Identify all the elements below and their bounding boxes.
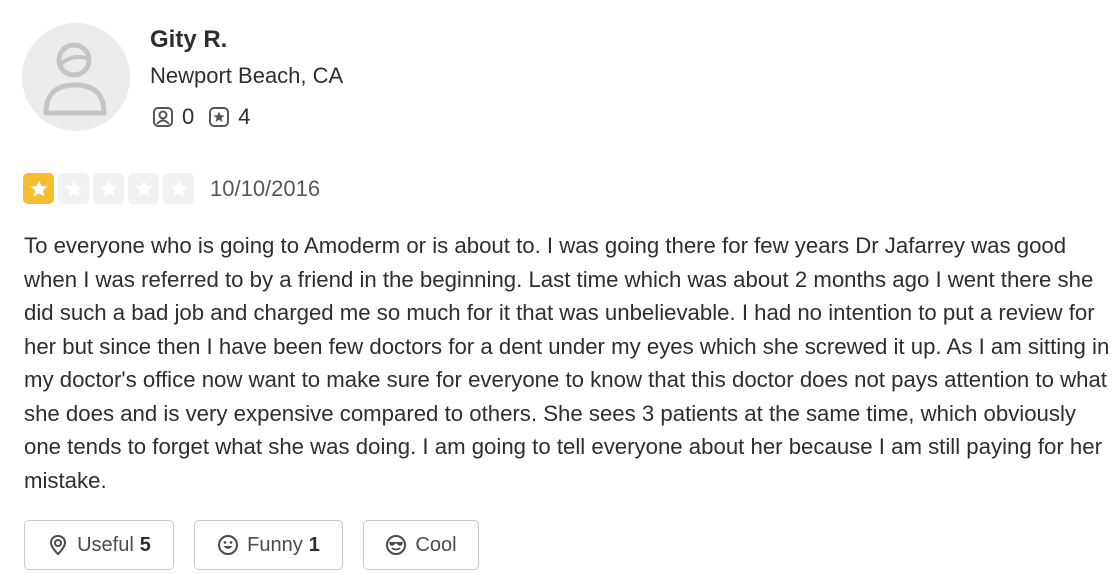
star-empty-icon xyxy=(163,173,194,204)
cool-button[interactable]: Cool xyxy=(363,520,479,570)
useful-count: 5 xyxy=(139,533,151,556)
review-star-icon xyxy=(208,106,230,128)
star-empty-icon xyxy=(58,173,89,204)
friends-icon xyxy=(152,106,174,128)
useful-label: Useful xyxy=(77,533,134,556)
avatar[interactable] xyxy=(22,23,130,131)
review-text: To everyone who is going to Amoderm or i… xyxy=(24,233,1110,493)
funny-button[interactable]: Funny 1 xyxy=(194,520,343,570)
sunglasses-face-icon xyxy=(385,534,407,556)
review-rating: 10/10/2016 xyxy=(23,173,320,204)
default-user-avatar-icon xyxy=(22,23,130,131)
user-name[interactable]: Gity R. xyxy=(150,26,227,54)
star-empty-icon xyxy=(93,173,124,204)
star-empty-icon xyxy=(128,173,159,204)
friends-count: 0 xyxy=(182,104,195,129)
smiley-face-icon xyxy=(217,534,239,556)
review-date: 10/10/2016 xyxy=(210,175,321,201)
star-rating xyxy=(23,173,198,204)
reviews-count: 4 xyxy=(238,104,251,129)
user-location: Newport Beach, CA xyxy=(150,63,344,88)
star-filled-icon xyxy=(23,173,54,204)
reviews-stat: 4 xyxy=(208,104,251,130)
review-actions: Useful 5 Funny 1 Cool xyxy=(24,520,499,570)
funny-label: Funny xyxy=(247,533,303,556)
useful-button[interactable]: Useful 5 xyxy=(24,520,174,570)
cool-label: Cool xyxy=(415,533,457,556)
funny-count: 1 xyxy=(308,533,320,556)
user-stats: 0 4 xyxy=(152,104,265,130)
lightbulb-location-icon xyxy=(47,534,69,556)
friends-stat: 0 xyxy=(152,104,194,130)
